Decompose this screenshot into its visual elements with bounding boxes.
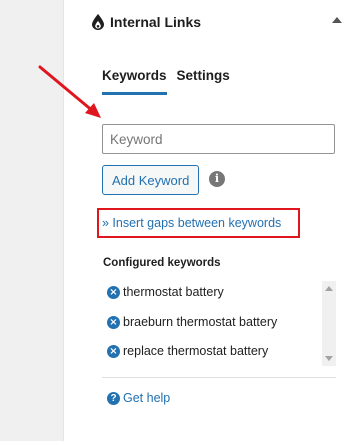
help-icon: ? [107,391,120,405]
list-item: × thermostat battery [107,285,224,299]
configured-keywords-heading: Configured keywords [103,257,221,269]
panel-header[interactable]: Internal Links [92,10,201,34]
keyword-input[interactable] [102,124,335,154]
sidebar-edge [63,0,81,441]
tab-settings[interactable]: Settings [177,68,230,95]
keyword-list: × thermostat battery × braeburn thermost… [102,281,336,366]
internal-links-panel: Internal Links Keywords Settings Add Key… [80,0,358,441]
scroll-up-icon[interactable] [325,286,333,291]
scroll-down-icon[interactable] [325,356,333,361]
remove-icon[interactable]: × [107,344,120,358]
gaps-link-highlight: » Insert gaps between keywords [97,208,300,238]
editor-gutter [0,0,63,441]
divider [102,377,336,378]
keyword-label: braeburn thermostat battery [123,315,278,329]
list-item: × replace thermostat battery [107,344,268,358]
list-item: × braeburn thermostat battery [107,315,277,329]
remove-icon[interactable]: × [107,315,120,329]
drop-flame-icon [92,14,104,30]
insert-gaps-link[interactable]: » Insert gaps between keywords [102,216,281,230]
get-help-link[interactable]: Get help [123,391,170,405]
tab-keywords[interactable]: Keywords [102,68,167,95]
remove-icon[interactable]: × [107,285,120,299]
info-icon[interactable]: i [209,171,225,187]
chevron-up-icon[interactable] [332,17,342,23]
keyword-label: thermostat battery [123,285,224,299]
tab-bar: Keywords Settings [102,68,230,95]
keyword-label: replace thermostat battery [123,344,269,358]
help-row[interactable]: ? Get help [107,391,170,405]
panel-title: Internal Links [110,14,202,30]
add-keyword-button[interactable]: Add Keyword [102,165,200,195]
list-scrollbar[interactable] [322,281,336,366]
